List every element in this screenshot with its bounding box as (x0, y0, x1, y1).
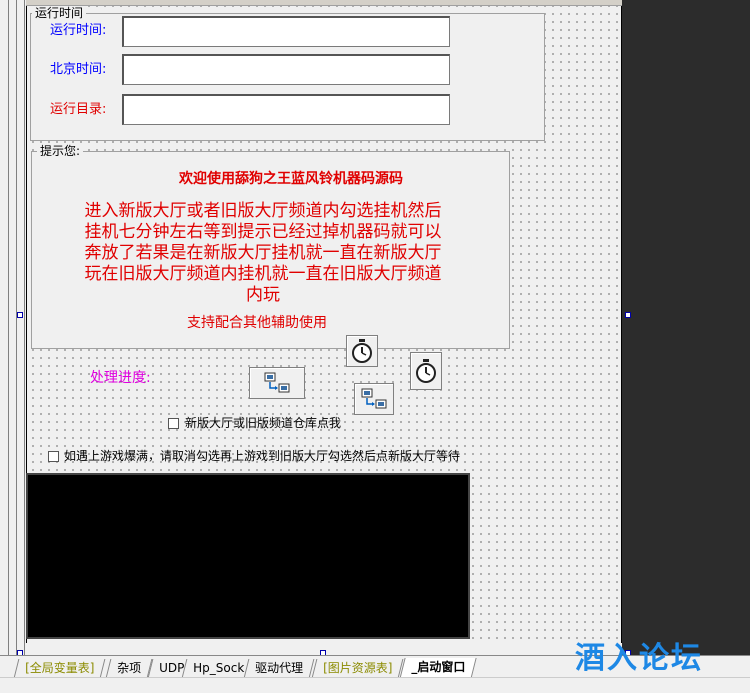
run-time-group-title: 运行时间 (32, 6, 87, 20)
tips-footer: 支持配合其他辅助使用 (187, 315, 327, 331)
run-time-label: 运行时间: (50, 23, 107, 38)
tips-body: 进入新版大厅或者旧版大厅频道内勾选挂机然后 挂机七分钟左右等到提示已经过掉机器码… (31, 201, 495, 306)
tab-global-vars[interactable]: [全局变量表] (13, 659, 106, 678)
run-dir-input[interactable] (122, 94, 450, 125)
ide-left-panel (0, 0, 26, 655)
form-caption-strip (26, 0, 622, 6)
run-time-input[interactable] (122, 16, 450, 47)
tab-startup-window[interactable]: _启动窗口 (399, 658, 477, 679)
stopwatch-icon (416, 359, 436, 383)
tab-label: [全局变量表] (25, 661, 95, 675)
tab-label: 驱动代理 (255, 661, 304, 675)
panel-divider (24, 0, 25, 655)
tips-welcome: 欢迎使用舔狗之王蓝风铃机器码源码 (179, 171, 403, 187)
tab-misc[interactable]: 杂项 (105, 659, 153, 678)
tab-image-resources[interactable]: [图片资源表] (311, 659, 404, 678)
resize-handle[interactable] (17, 312, 23, 318)
tab-label: Hp_Sock (193, 661, 245, 675)
stopwatch-icon (352, 339, 372, 363)
beijing-time-input[interactable] (122, 54, 450, 85)
status-strip (0, 677, 750, 693)
ide-right-area (622, 0, 750, 655)
lobby-warehouse-checkbox[interactable] (168, 418, 179, 429)
timer-control-1[interactable] (346, 335, 378, 367)
tips-line: 玩在旧版大厅频道内挂机就一直在旧版大厅频道 (84, 264, 442, 284)
tab-label: _启动窗口 (411, 660, 466, 674)
progress-label: 处理进度: (90, 370, 151, 386)
timer-control-2[interactable] (410, 352, 442, 390)
tips-line: 奔放了若果是在新版大厅挂机就一直在新版大厅 (84, 243, 442, 263)
tips-line: 内玩 (246, 285, 280, 305)
beijing-time-label: 北京时间: (50, 62, 107, 77)
run-dir-label: 运行目录: (50, 102, 107, 117)
tab-label: UDP (159, 661, 185, 675)
panel-divider (8, 0, 9, 655)
tips-group-title: 提示您: (37, 144, 84, 158)
forum-watermark: 酒入论坛 (575, 641, 703, 676)
network-transfer-icon (361, 388, 387, 409)
tips-line: 进入新版大厅或者旧版大厅频道内勾选挂机然后 (84, 201, 442, 221)
game-full-checkbox-label: 如遇上游戏爆满，请取消勾选再上游戏到旧版大厅勾选然后点新版大厅等待 (64, 449, 461, 463)
lobby-warehouse-checkbox-label: 新版大厅或旧版频道仓库点我 (185, 416, 342, 430)
network-control-2[interactable] (354, 383, 394, 415)
tab-label: 杂项 (117, 661, 142, 675)
tab-driver-proxy[interactable]: 驱动代理 (243, 659, 315, 678)
panel-divider (16, 0, 17, 655)
resize-handle[interactable] (625, 312, 631, 318)
game-full-checkbox[interactable] (48, 451, 59, 462)
tips-line: 挂机七分钟左右等到提示已经过掉机器码就可以 (84, 222, 442, 242)
tab-label: [图片资源表] (323, 661, 393, 675)
network-transfer-icon (264, 372, 290, 393)
network-control-1[interactable] (249, 367, 305, 399)
output-console[interactable] (26, 473, 470, 639)
